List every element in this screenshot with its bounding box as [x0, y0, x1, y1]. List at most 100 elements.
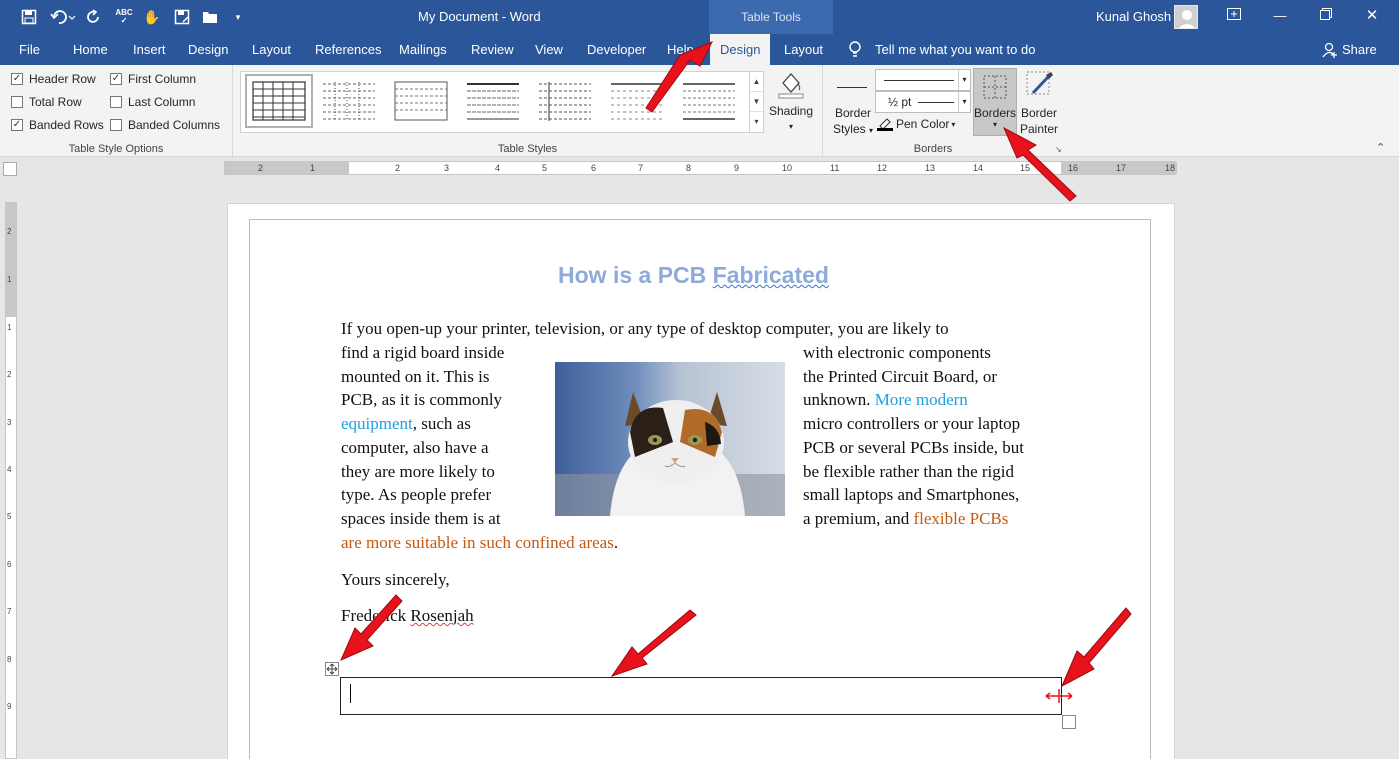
line-weight-preview — [918, 102, 954, 103]
banded-columns-checkbox[interactable]: Banded Columns — [110, 118, 220, 132]
ruler-number: 2 — [395, 163, 401, 173]
border-styles-icon — [831, 69, 875, 105]
table-style-plain-2[interactable] — [391, 76, 451, 126]
vertical-ruler[interactable]: 2 1 1 2 3 4 5 6 7 8 9 — [5, 202, 17, 759]
save-as-icon[interactable] — [172, 7, 192, 27]
tab-mailings[interactable]: Mailings — [399, 42, 447, 57]
table-style-grid-selected[interactable] — [245, 74, 313, 128]
right-col-line-5[interactable]: PCB or several PCBs inside, but — [803, 438, 1024, 458]
orange-text: are more suitable in such confined areas — [341, 533, 614, 552]
right-col-line-1[interactable]: with electronic components — [803, 343, 991, 363]
closing-line[interactable]: Yours sincerely, — [341, 570, 450, 590]
gallery-up-icon[interactable]: ▲ — [750, 72, 763, 92]
tab-developer[interactable]: Developer — [587, 42, 646, 57]
left-col-line-5[interactable]: computer, also have a — [341, 438, 489, 458]
right-col-line-8[interactable]: a premium, and flexible PCBs — [803, 509, 1008, 529]
horizontal-ruler[interactable]: 2 1 2 3 4 5 6 7 8 9 10 11 12 13 14 15 16 17 18 — [224, 161, 1177, 175]
tab-references[interactable]: References — [315, 42, 381, 57]
border-painter-button[interactable]: Border Painter — [1017, 69, 1061, 137]
tell-me-search[interactable]: Tell me what you want to do — [875, 42, 1035, 57]
border-styles-label-2: Styles ▾ — [832, 122, 874, 136]
open-folder-icon[interactable] — [200, 7, 220, 27]
spelling-icon[interactable]: ABC ✓ — [114, 7, 134, 27]
pen-color-button[interactable]: Pen Color ▾ — [877, 117, 955, 131]
tab-layout[interactable]: Layout — [252, 42, 291, 57]
touch-mode-icon[interactable]: ✋ — [142, 7, 162, 27]
header-row-checkbox[interactable]: ✓ Header Row — [11, 72, 96, 86]
tab-home[interactable]: Home — [73, 42, 108, 57]
share-button[interactable]: Share — [1342, 42, 1377, 57]
table-styles-gallery[interactable]: ▲ ▼ ▾ — [240, 71, 764, 133]
dialog-launcher-icon[interactable]: ↘ — [1055, 145, 1062, 154]
left-col-line-8[interactable]: spaces inside them is at — [341, 509, 501, 529]
gallery-down-icon[interactable]: ▼ — [750, 92, 763, 112]
link-equipment[interactable]: equipment — [341, 414, 413, 433]
shading-button[interactable]: Shading ▾ — [767, 69, 815, 135]
restore-icon[interactable] — [1314, 6, 1338, 26]
left-col-line-1[interactable]: find a rigid board inside — [341, 343, 504, 363]
ruler-number: 4 — [7, 465, 12, 474]
left-col-line-4[interactable]: equipment, such as — [341, 414, 471, 434]
banded-rows-checkbox[interactable]: ✓ Banded Rows — [11, 118, 104, 132]
right-col-line-3[interactable]: unknown. More modern — [803, 390, 968, 410]
tab-insert[interactable]: Insert — [133, 42, 166, 57]
close-icon[interactable]: ✕ — [1360, 6, 1384, 26]
tab-design[interactable]: Design — [188, 42, 228, 57]
redo-icon[interactable] — [84, 7, 104, 27]
gallery-scroll[interactable]: ▲ ▼ ▾ — [749, 72, 763, 132]
borders-button[interactable]: Borders ▾ — [973, 68, 1017, 136]
dropdown-arrow-icon: ▾ — [958, 70, 970, 90]
collapse-ribbon-icon[interactable]: ⌃ — [1376, 141, 1385, 154]
signature-first: Frederick — [341, 606, 411, 625]
document-heading[interactable]: How is a PCB Fabricated — [558, 262, 829, 289]
signature-line[interactable]: Frederick Rosenjah — [341, 606, 474, 626]
table-style-plain-6[interactable] — [679, 76, 739, 126]
avatar[interactable] — [1174, 5, 1198, 29]
total-row-checkbox[interactable]: Total Row — [11, 95, 82, 109]
tab-help[interactable]: Help — [667, 42, 694, 57]
gallery-more-icon[interactable]: ▾ — [750, 112, 763, 132]
table-style-plain-1[interactable] — [319, 76, 379, 126]
link-more-modern[interactable]: More modern — [875, 390, 968, 409]
left-col-line-3[interactable]: PCB, as it is commonly — [341, 390, 502, 410]
checkbox-box — [110, 96, 122, 108]
left-col-text: , such as — [412, 414, 471, 433]
save-icon[interactable] — [18, 7, 40, 27]
body-line-tail[interactable]: are more suitable in such confined areas… — [341, 533, 618, 553]
body-line-intro[interactable]: If you open-up your printer, television,… — [341, 319, 949, 339]
last-column-checkbox[interactable]: Last Column — [110, 95, 195, 109]
left-col-line-6[interactable]: they are more likely to — [341, 462, 495, 482]
tab-review[interactable]: Review — [471, 42, 514, 57]
tab-table-design[interactable]: Design — [710, 34, 771, 65]
customize-qat-icon[interactable]: ▾ — [230, 7, 246, 27]
tab-selector[interactable] — [3, 162, 17, 176]
right-col-line-2[interactable]: the Printed Circuit Board, or — [803, 367, 997, 387]
right-col-line-4[interactable]: micro controllers or your laptop — [803, 414, 1020, 434]
cat-image[interactable] — [555, 362, 785, 516]
left-col-line-7[interactable]: type. As people prefer — [341, 485, 491, 505]
ribbon-display-options-icon[interactable] — [1222, 6, 1246, 26]
borders-label: Borders — [974, 106, 1017, 120]
minimize-icon[interactable]: — — [1268, 6, 1292, 26]
table-move-handle-icon[interactable] — [325, 662, 339, 676]
tab-file[interactable]: File — [19, 42, 40, 57]
border-styles-button[interactable]: Border Styles ▾ — [831, 69, 875, 139]
user-name[interactable]: Kunal Ghosh — [1096, 9, 1171, 24]
tab-view[interactable]: View — [535, 42, 563, 57]
undo-icon[interactable] — [48, 7, 78, 27]
ruler-number: 1 — [7, 275, 12, 284]
table-style-plain-3[interactable] — [463, 76, 523, 126]
share-icon[interactable] — [1322, 42, 1338, 61]
table-style-plain-5[interactable] — [607, 76, 667, 126]
line-style-dropdown[interactable]: ▾ — [875, 69, 971, 91]
ruler-margin-top — [6, 203, 16, 317]
tab-table-layout[interactable]: Layout — [784, 42, 823, 57]
table-cell[interactable] — [340, 677, 1062, 715]
right-col-line-7[interactable]: small laptops and Smartphones, — [803, 485, 1019, 505]
left-col-line-2[interactable]: mounted on it. This is — [341, 367, 489, 387]
table-style-plain-4[interactable] — [535, 76, 595, 126]
table-resize-handle[interactable] — [1062, 715, 1076, 729]
line-weight-dropdown[interactable]: ½ pt ▾ — [875, 91, 971, 113]
first-column-checkbox[interactable]: ✓ First Column — [110, 72, 196, 86]
right-col-line-6[interactable]: be flexible rather than the rigid — [803, 462, 1014, 482]
